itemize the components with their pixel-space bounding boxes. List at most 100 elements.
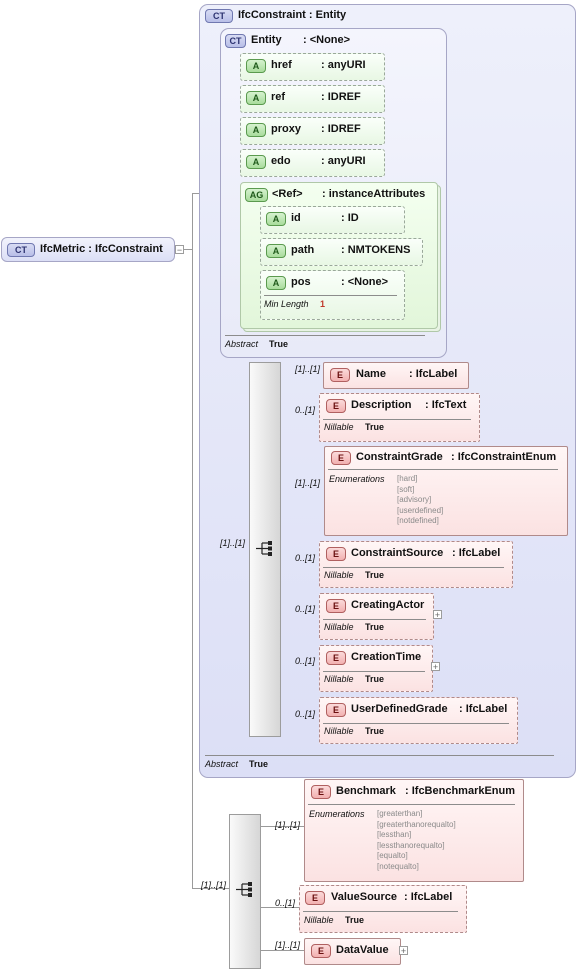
element-label: Name	[356, 368, 386, 380]
attribute-type: : IDREF	[321, 91, 361, 103]
attribute-type: : ID	[341, 212, 359, 224]
attribute-type: : NMTOKENS	[341, 244, 411, 256]
element-label: Description	[351, 399, 412, 411]
enumeration-value: [notdefined]	[397, 516, 439, 525]
enumerations-label: Enumerations	[329, 474, 385, 484]
element-icon: E	[331, 451, 351, 465]
nillable-value: True	[365, 570, 385, 580]
nillable-value: True	[365, 726, 385, 736]
element-cardinality: 0..[1]	[275, 898, 296, 908]
sequence-icon	[236, 882, 252, 897]
enumerations-label: Enumerations	[309, 809, 365, 819]
element-valuesource[interactable]: E ValueSource : IfcLabel Nillable True	[299, 885, 467, 933]
nillable-value: True	[365, 674, 385, 684]
attribute-type: : <None>	[341, 276, 389, 288]
attribute-name: pos	[291, 276, 311, 288]
element-label: DataValue	[336, 944, 389, 956]
element-icon: E	[326, 651, 346, 665]
entity-name: Entity	[251, 34, 282, 46]
element-cardinality: [1]..[1]	[275, 820, 301, 830]
abstract-value: True	[269, 339, 289, 349]
sequence-compositor[interactable]	[229, 814, 261, 969]
element-icon: E	[305, 891, 325, 905]
nillable-value: True	[365, 422, 385, 432]
attribute-icon: A	[246, 91, 266, 105]
attribute-icon: A	[246, 123, 266, 137]
abstract-value: True	[249, 759, 269, 769]
entity-type: : <None>	[303, 34, 351, 46]
nillable-value: True	[345, 915, 365, 925]
sequence-icon	[256, 541, 272, 556]
element-name[interactable]: E Name : IfcLabel	[323, 362, 469, 389]
attribute-group-type: : instanceAttributes	[322, 188, 426, 200]
root-label: IfcMetric : IfcConstraint	[40, 243, 163, 255]
attribute-type: : anyURI	[321, 59, 366, 71]
attribute-edo[interactable]: A edo : anyURI	[240, 149, 385, 177]
nillable-label: Nillable	[304, 915, 334, 925]
nillable-label: Nillable	[324, 674, 354, 684]
element-cardinality: 0..[1]	[295, 604, 316, 614]
element-type: : IfcText	[425, 399, 467, 411]
element-type: : IfcLabel	[409, 368, 458, 380]
attribute-name: edo	[271, 155, 291, 167]
expand-icon[interactable]: +	[399, 946, 408, 956]
element-icon: E	[330, 368, 350, 382]
facet-label: Min Length	[264, 299, 309, 309]
element-creatingactor[interactable]: E CreatingActor Nillable True	[319, 593, 434, 640]
attribute-type: : IDREF	[321, 123, 361, 135]
element-constraintsource[interactable]: E ConstraintSource : IfcLabel Nillable T…	[319, 541, 513, 588]
attribute-proxy[interactable]: A proxy : IDREF	[240, 117, 385, 145]
collapse-icon[interactable]: −	[175, 245, 184, 255]
complex-type-icon: CT	[205, 9, 233, 23]
root-complex-type[interactable]: CT IfcMetric : IfcConstraint	[1, 237, 175, 262]
enumeration-value: [soft]	[397, 484, 415, 494]
element-cardinality: 0..[1]	[295, 553, 316, 563]
facet-value: 1	[320, 299, 326, 309]
element-icon: E	[326, 399, 346, 413]
element-icon: E	[311, 944, 331, 958]
element-datavalue[interactable]: E DataValue	[304, 938, 401, 965]
element-type: : IfcLabel	[459, 703, 508, 715]
attribute-name: id	[291, 212, 301, 224]
attribute-icon: A	[246, 155, 266, 169]
attribute-type: : anyURI	[321, 155, 366, 167]
nillable-label: Nillable	[324, 726, 354, 736]
element-userdefinedgrade[interactable]: E UserDefinedGrade : IfcLabel Nillable T…	[319, 697, 518, 744]
element-icon: E	[326, 599, 346, 613]
element-cardinality: 0..[1]	[295, 656, 316, 666]
enumeration-value: [advisory]	[397, 495, 432, 504]
element-cardinality: [1]..[1]	[295, 478, 321, 488]
element-creationtime[interactable]: E CreationTime Nillable True	[319, 645, 433, 692]
element-type: : IfcLabel	[404, 891, 453, 903]
element-cardinality: [1]..[1]	[295, 364, 321, 374]
attribute-id[interactable]: A id : ID	[260, 206, 405, 234]
attribute-ref[interactable]: A ref : IDREF	[240, 85, 385, 113]
attribute-pos[interactable]: A pos : <None> Min Length 1	[260, 270, 405, 320]
attribute-name: path	[291, 244, 315, 256]
ifcconstraint-label: IfcConstraint : Entity	[238, 9, 347, 21]
attribute-name: proxy	[271, 123, 301, 135]
enumeration-value: [notequalto]	[377, 861, 419, 871]
element-cardinality: [1]..[1]	[275, 940, 301, 950]
element-label: ValueSource	[331, 891, 398, 903]
element-benchmark[interactable]: E Benchmark : IfcBenchmarkEnum Enumerati…	[304, 779, 524, 882]
element-icon: E	[311, 785, 331, 799]
expand-icon[interactable]: +	[433, 610, 442, 620]
element-icon: E	[326, 547, 346, 561]
expand-icon[interactable]: +	[431, 662, 440, 672]
attribute-path[interactable]: A path : NMTOKENS	[260, 238, 423, 266]
complex-type-icon: CT	[7, 243, 35, 257]
sequence-compositor[interactable]	[249, 362, 281, 737]
element-description[interactable]: E Description : IfcText Nillable True	[319, 393, 480, 442]
element-label: CreatingActor	[351, 599, 425, 611]
element-label: ConstraintGrade	[356, 451, 443, 463]
attribute-icon: A	[266, 244, 286, 258]
attribute-href[interactable]: A href : anyURI	[240, 53, 385, 81]
abstract-label: Abstract	[205, 759, 239, 769]
element-label: CreationTime	[351, 651, 422, 663]
nillable-label: Nillable	[324, 622, 354, 632]
enumeration-value: [hard]	[397, 474, 418, 483]
attribute-icon: A	[266, 212, 286, 226]
element-constraintgrade[interactable]: E ConstraintGrade : IfcConstraintEnum En…	[324, 446, 568, 536]
enumeration-value: [userdefined]	[397, 505, 444, 515]
